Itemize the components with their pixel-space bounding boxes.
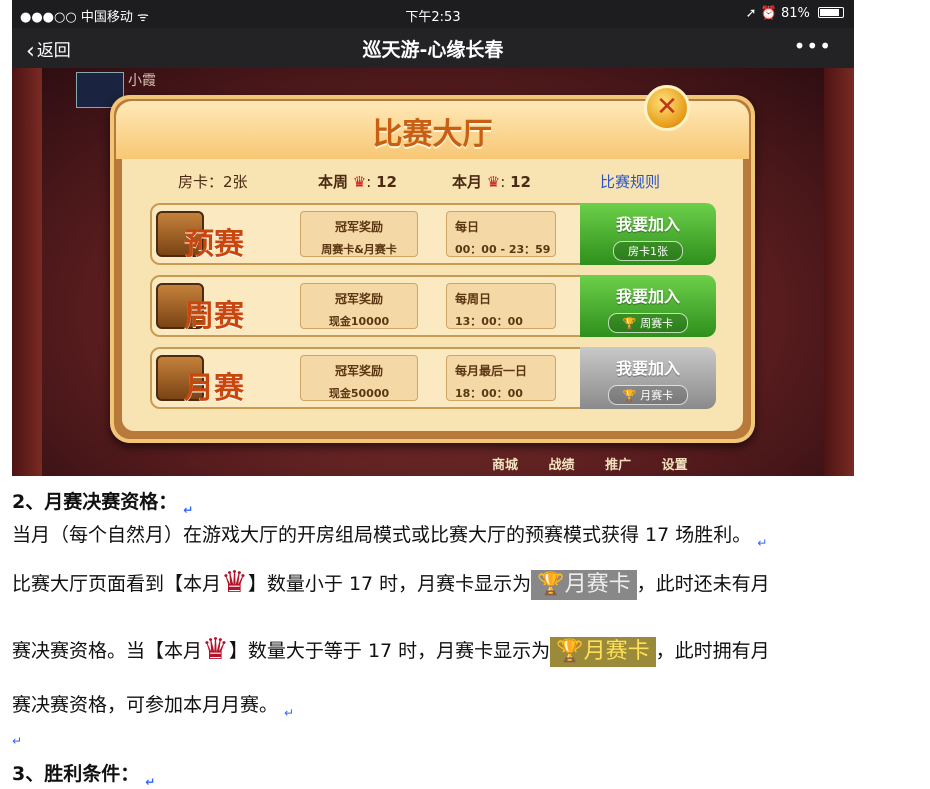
crown-icon: ♛ xyxy=(221,565,248,600)
join-button[interactable]: 我要加入 🏆 周赛卡 xyxy=(580,275,716,337)
time-value: 13：00：00 xyxy=(455,315,523,328)
join-button-disabled[interactable]: 我要加入 🏆 月赛卡 xyxy=(580,347,716,409)
text-part: 赛决赛资格。当【本月 xyxy=(12,640,203,662)
month-label: 本月 xyxy=(452,173,483,191)
trophy-icon: 🏆 xyxy=(622,389,637,402)
trophy-icon: 🏆 xyxy=(622,317,637,330)
menu-settings[interactable]: 设置 xyxy=(662,454,688,473)
time-value: 18：00：00 xyxy=(455,387,523,400)
match-name: 月赛 xyxy=(184,371,244,406)
month-wins: 本月 ♛: 12 xyxy=(452,173,531,191)
paragraph-1: 当月（每个自然月）在游戏大厅的开房组局模式或比赛大厅的预赛模式获得 17 场胜利… xyxy=(12,520,767,550)
chip-label: 月赛卡 xyxy=(583,638,650,664)
match-row-prelim: 预赛 冠军奖励 周赛卡&月赛卡 每日 00：00 - 23：59 我要加入 房卡… xyxy=(150,203,716,265)
crown-icon: ♛ xyxy=(352,173,367,191)
paragraph-mark-icon: ↵ xyxy=(183,503,194,517)
paragraph-4: 赛决赛资格，可参加本月月赛。 ↵ xyxy=(12,690,294,720)
reward-box: 冠军奖励 现金10000 xyxy=(300,283,418,329)
time-label: 每日 xyxy=(455,220,480,234)
match-row-weekly: 周赛 冠军奖励 现金10000 每周日 13：00：00 我要加入 🏆 周赛卡 xyxy=(150,275,716,337)
join-label: 我要加入 xyxy=(615,215,680,234)
join-cost-text: 周赛卡 xyxy=(640,317,674,330)
crown-icon: ♛ xyxy=(486,173,501,191)
join-label: 我要加入 xyxy=(615,287,680,306)
join-cost: 房卡1张 xyxy=(613,241,683,261)
join-cost: 🏆 周赛卡 xyxy=(607,313,689,333)
room-cards: 房卡：2张 xyxy=(178,173,248,191)
player-name: 小霞 xyxy=(128,73,156,89)
reward-title: 冠军奖励 xyxy=(334,364,383,378)
paragraph-text: 当月（每个自然月）在游戏大厅的开房组局模式或比赛大厅的预赛模式获得 17 场胜利… xyxy=(12,524,752,546)
week-label: 本周 xyxy=(318,173,349,191)
paragraph-mark-icon: ↵ xyxy=(145,775,156,789)
time-label: 每月最后一日 xyxy=(455,364,528,378)
month-card-disabled-image: 🏆月赛卡 xyxy=(531,569,637,600)
nav-bar: ‹ 返回 巡天游-心缘长春 ••• xyxy=(12,28,854,68)
text-part: ，此时还未有月 xyxy=(636,573,770,595)
summary-bar: 房卡：2张 本周 ♛: 12 本月 ♛: 12 比赛规则 xyxy=(122,171,743,193)
month-count: 12 xyxy=(510,173,531,191)
month-card-enabled-image: 🏆月赛卡 xyxy=(550,636,656,667)
battery-percent: 81% xyxy=(780,6,810,21)
join-label: 我要加入 xyxy=(615,359,680,378)
page-title: 巡天游-心缘长春 xyxy=(362,39,504,61)
reward-title: 冠军奖励 xyxy=(334,220,383,234)
menu-promote[interactable]: 推广 xyxy=(605,454,631,473)
time-box: 每日 00：00 - 23：59 xyxy=(446,211,556,257)
text-part: 】数量大于等于 17 时，月赛卡显示为 xyxy=(228,640,551,662)
location-alarm-icon: ➚ ⏰ xyxy=(745,6,777,21)
match-row-monthly: 月赛 冠军奖励 现金50000 每月最后一日 18：00：00 我要加入 🏆 月… xyxy=(150,347,716,409)
time-box: 每月最后一日 18：00：00 xyxy=(446,355,556,401)
match-name: 预赛 xyxy=(184,227,244,262)
paragraph-3: 赛决赛资格。当【本月♛】数量大于等于 17 时，月赛卡显示为 🏆月赛卡 ，此时拥有月 xyxy=(12,632,770,667)
menu-records[interactable]: 战绩 xyxy=(549,454,575,473)
time-value: 00：00 - 23：59 xyxy=(455,243,551,256)
crown-icon: ♛ xyxy=(202,632,229,667)
week-wins: 本周 ♛: 12 xyxy=(318,173,397,191)
heading-finals-qualification: 2、月赛决赛资格： ↵ xyxy=(12,487,193,517)
dialog-body: 房卡：2张 本周 ♛: 12 本月 ♛: 12 比赛规则 预赛 冠军奖励 周赛卡… xyxy=(122,159,743,431)
empty-paragraph: ↵ xyxy=(12,722,22,748)
battery-icon xyxy=(818,7,844,18)
more-button[interactable]: ••• xyxy=(794,34,832,58)
chip-label: 月赛卡 xyxy=(564,571,631,597)
reward-title: 冠军奖励 xyxy=(334,292,383,306)
curtain-left xyxy=(12,68,42,476)
paragraph-mark-icon: ↵ xyxy=(12,734,23,748)
reward-text: 现金10000 xyxy=(328,315,390,328)
time-label: 每周日 xyxy=(455,292,492,306)
menu-shop[interactable]: 商城 xyxy=(492,454,518,473)
text-part: 比赛大厅页面看到【本月 xyxy=(12,573,222,595)
week-count: 12 xyxy=(376,173,397,191)
paragraph-2: 比赛大厅页面看到【本月♛】数量小于 17 时，月赛卡显示为 🏆月赛卡 ，此时还未有月 xyxy=(12,565,770,600)
match-hall-dialog: 比赛大厅 房卡：2张 本周 ♛: 12 本月 ♛: 12 比赛规则 预赛 冠军奖… xyxy=(110,95,755,443)
heading-victory-conditions: 3、胜利条件： ↵ xyxy=(12,759,155,789)
status-time: 下午2:53 xyxy=(405,10,461,25)
status-bar: ●●●○○ 中国移动 ᯤ 下午2:53 ➚ ⏰ 81% xyxy=(12,0,854,28)
join-cost-text: 月赛卡 xyxy=(640,389,674,402)
reward-box: 冠军奖励 现金50000 xyxy=(300,355,418,401)
paragraph-text: 赛决赛资格，可参加本月月赛。 xyxy=(12,694,279,716)
curtain-right xyxy=(824,68,854,476)
text-part: 】数量小于 17 时，月赛卡显示为 xyxy=(247,573,532,595)
reward-text: 现金50000 xyxy=(328,387,390,400)
paragraph-mark-icon: ↵ xyxy=(284,706,295,720)
screenshot-image: ●●●○○ 中国移动 ᯤ 下午2:53 ➚ ⏰ 81% ‹ 返回 巡天游-心缘长春… xyxy=(12,0,854,476)
rules-link[interactable]: 比赛规则 xyxy=(600,171,660,192)
time-box: 每周日 13：00：00 xyxy=(446,283,556,329)
status-right: ➚ ⏰ 81% xyxy=(746,6,844,21)
match-name: 周赛 xyxy=(184,299,244,334)
join-button[interactable]: 我要加入 房卡1张 xyxy=(580,203,716,265)
paragraph-mark-icon: ↵ xyxy=(757,536,768,550)
text-part: ，此时拥有月 xyxy=(655,640,770,662)
heading-text: 2、月赛决赛资格： xyxy=(12,491,178,513)
close-button[interactable]: ✕ xyxy=(644,85,690,131)
heading-text: 3、胜利条件： xyxy=(12,763,140,785)
game-bottom-menu: 商城 战绩 推广 设置 xyxy=(492,454,714,473)
reward-text: 周赛卡&月赛卡 xyxy=(321,243,397,256)
join-cost: 🏆 月赛卡 xyxy=(607,385,689,405)
reward-box: 冠军奖励 周赛卡&月赛卡 xyxy=(300,211,418,257)
